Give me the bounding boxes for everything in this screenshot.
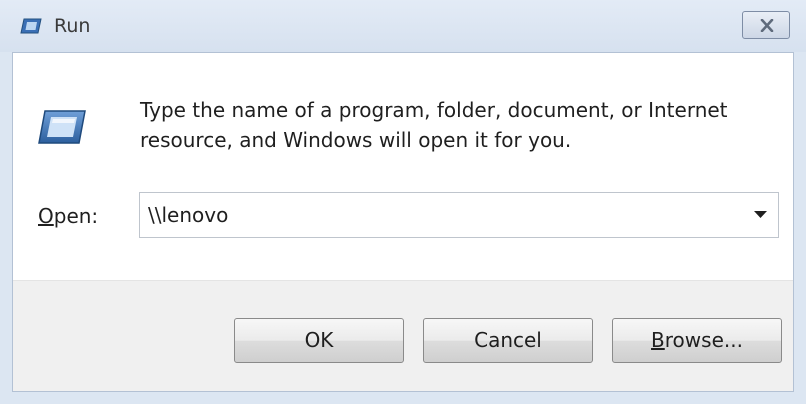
chevron-down-icon [754,211,767,218]
dialog-body: Type the name of a program, folder, docu… [12,52,794,392]
dialog-description: Type the name of a program, folder, docu… [140,98,728,152]
open-label-mnemonic: O [38,204,54,228]
run-program-icon [37,107,87,147]
browse-button[interactable]: Browse... [612,318,782,363]
open-input[interactable] [140,193,740,237]
cancel-button[interactable]: Cancel [423,318,593,363]
browse-mnemonic: B [651,328,665,352]
open-label-text: pen: [53,204,99,228]
button-bar: OK Cancel Browse... [13,280,793,391]
title-bar[interactable]: Run [0,0,806,52]
browse-label: rowse... [664,328,743,352]
open-combobox[interactable] [139,192,779,238]
window-title: Run [54,15,91,37]
close-icon [760,19,774,32]
close-button[interactable] [742,11,790,39]
ok-button[interactable]: OK [234,318,404,363]
open-label: Open: [38,204,98,228]
run-dialog: Run Type the name of a program, folder, … [0,0,806,404]
open-dropdown-button[interactable] [744,193,778,237]
run-icon [20,18,42,34]
